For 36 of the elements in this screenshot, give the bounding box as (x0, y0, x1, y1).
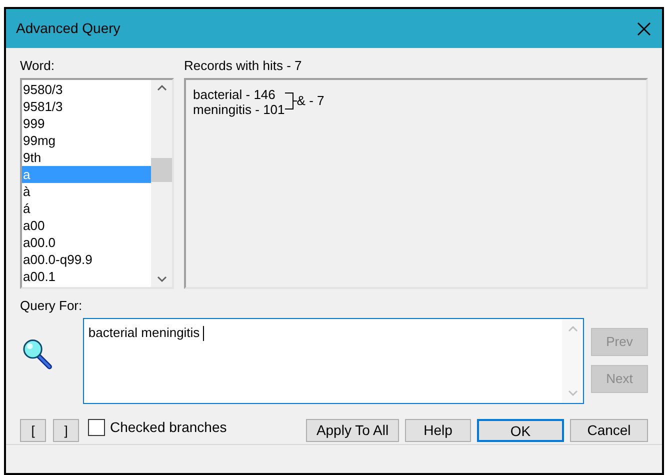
query-field[interactable]: bacterial meningitis (83, 318, 584, 404)
word-label: Word: (20, 58, 56, 74)
bracket-button[interactable]: ] (53, 419, 79, 442)
text-caret (203, 326, 204, 342)
close-icon (637, 22, 651, 36)
word-item[interactable]: 9th (22, 149, 151, 166)
word-item[interactable]: a00.0 (22, 234, 151, 251)
word-list[interactable]: 9580/3 9581/3 999 99mg 9th a à á a00 a00.0 a00.0-q99.9 a00.1 (20, 78, 174, 289)
word-item[interactable]: 999 (22, 115, 151, 132)
word-item[interactable]: 99mg (22, 132, 151, 149)
dialog-button[interactable]: OK (477, 419, 564, 442)
term-text: meningitis - 101 (193, 102, 285, 117)
dialog-button[interactable]: Apply To All (306, 419, 399, 442)
word-item[interactable]: á (22, 200, 151, 217)
word-item[interactable]: 9581/3 (22, 98, 151, 115)
query-text: bacterial meningitis (88, 325, 201, 340)
checkbox[interactable] (88, 419, 105, 436)
word-item[interactable]: 9580/3 (22, 81, 151, 98)
dialog-button[interactable]: Cancel (570, 419, 648, 442)
query-label: Query For: (20, 298, 82, 314)
word-item[interactable]: a00.1 (22, 268, 151, 285)
word-item[interactable]: a00.0-q99.9 (22, 251, 151, 268)
word-item[interactable]: a00 (22, 217, 151, 234)
dialog-button[interactable]: Help (405, 419, 471, 442)
records-label: Records with hits - 7 (184, 58, 303, 74)
scrollbar[interactable] (151, 80, 172, 287)
window-title: Advanced Query (16, 19, 120, 38)
scroll-down-icon[interactable] (156, 276, 166, 283)
word-item[interactable]: à (22, 183, 151, 200)
checkbox-label: Checked branches (110, 418, 227, 437)
bracket-button[interactable]: [ (20, 419, 46, 442)
magnifier-icon (22, 338, 54, 370)
scrollbar-thumb[interactable] (151, 158, 172, 182)
scroll-up-icon[interactable] (156, 84, 166, 91)
term-text: bacterial - 146 (193, 87, 276, 102)
result-text: & - 7 (296, 93, 324, 108)
